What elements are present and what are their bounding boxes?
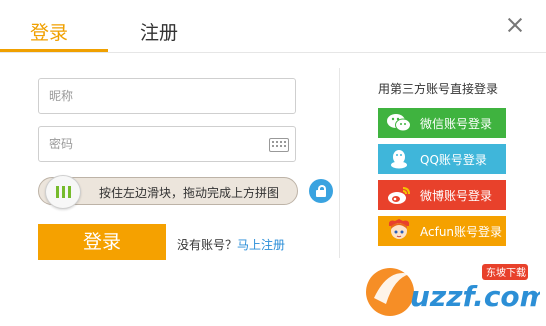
slider-hint: 按住左边滑块，拖动完成上方拼图 bbox=[99, 186, 280, 200]
nickname-field[interactable] bbox=[38, 78, 296, 114]
register-prompt: 没有账号？马上注册 bbox=[177, 236, 285, 253]
acfun-login-button[interactable]: Acfun账号登录 bbox=[378, 216, 506, 246]
watermark-tag: 东坡下载 bbox=[486, 266, 526, 279]
register-link[interactable]: 马上注册 bbox=[237, 238, 285, 252]
third-party-title: 用第三方账号直接登录 bbox=[378, 82, 499, 96]
active-tab-indicator bbox=[0, 49, 108, 52]
qq-login-label: QQ账号登录 bbox=[420, 153, 487, 167]
weibo-icon bbox=[388, 187, 410, 204]
weibo-login-button[interactable]: 微博账号登录 bbox=[378, 180, 506, 210]
password-field[interactable] bbox=[38, 126, 296, 162]
wechat-icon bbox=[387, 114, 411, 132]
divider bbox=[339, 68, 340, 258]
tab-bar: 登录 注册 bbox=[0, 0, 546, 53]
wechat-login-button[interactable]: 微信账号登录 bbox=[378, 108, 506, 138]
weibo-login-label: 微博账号登录 bbox=[420, 189, 493, 203]
tab-register[interactable]: 注册 bbox=[140, 18, 178, 45]
close-icon[interactable] bbox=[506, 16, 524, 34]
qq-icon bbox=[391, 150, 407, 169]
keyboard-icon[interactable] bbox=[269, 138, 289, 152]
lock-icon[interactable] bbox=[309, 179, 333, 203]
nickname-input[interactable] bbox=[39, 79, 269, 113]
wechat-login-label: 微信账号登录 bbox=[420, 117, 493, 131]
slide-verification[interactable]: 按住左边滑块，拖动完成上方拼图 bbox=[38, 175, 298, 209]
watermark-text: uzzf.com bbox=[410, 280, 540, 313]
acfun-mascot-icon bbox=[388, 219, 410, 239]
no-account-label: 没有账号？ bbox=[177, 238, 238, 252]
qq-login-button[interactable]: QQ账号登录 bbox=[378, 144, 506, 174]
login-button[interactable]: 登录 bbox=[38, 224, 166, 260]
acfun-login-label: Acfun账号登录 bbox=[420, 225, 503, 239]
slider-handle[interactable] bbox=[45, 175, 81, 209]
uzzf-watermark-logo: uzzf.com 东坡下载 bbox=[366, 264, 540, 316]
tab-login[interactable]: 登录 bbox=[30, 18, 68, 45]
password-input[interactable] bbox=[39, 127, 269, 161]
